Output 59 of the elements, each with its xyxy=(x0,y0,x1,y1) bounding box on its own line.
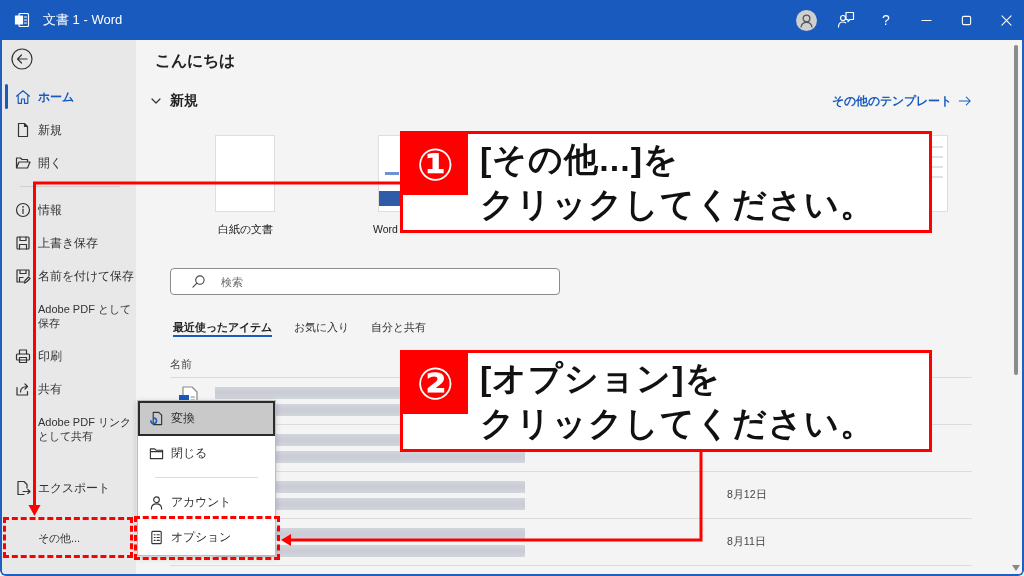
arrow-right-icon[interactable] xyxy=(958,94,972,108)
person-icon[interactable] xyxy=(149,495,164,510)
scroll-down-icon[interactable] xyxy=(1012,565,1020,571)
template-thumbnail[interactable] xyxy=(378,135,400,212)
close-icon[interactable] xyxy=(1000,14,1012,26)
search-icon xyxy=(192,275,205,288)
tab[interactable]: お気に入り xyxy=(294,319,349,337)
column-header: 名前 xyxy=(170,358,192,370)
folder-icon[interactable] xyxy=(149,446,164,461)
greeting-text: こんにちは xyxy=(155,51,235,71)
printer-icon[interactable] xyxy=(15,347,31,364)
sidebar-item[interactable]: 共有 xyxy=(2,372,136,405)
maximize-icon[interactable] xyxy=(960,14,972,26)
tab[interactable]: 自分と共有 xyxy=(371,319,426,337)
sidebar-item[interactable]: エクスポート xyxy=(9,471,129,504)
template-thumbnail[interactable] xyxy=(215,135,275,212)
callout-text: [その他...]を xyxy=(480,139,679,180)
sidebar-item[interactable]: 開く xyxy=(2,146,136,179)
template-label: Word xyxy=(372,222,398,236)
menu-item[interactable]: 変換 xyxy=(138,401,275,436)
sidebar-item[interactable]: 新規 xyxy=(2,113,136,146)
sidebar-item[interactable]: Adobe PDF として保存 xyxy=(2,292,136,339)
template-label: 白紙の文書 xyxy=(217,222,273,236)
more-templates-link[interactable]: その他のテンプレート xyxy=(832,92,972,110)
document-refresh-icon[interactable] xyxy=(149,411,164,426)
scrollbar-thumb[interactable] xyxy=(1014,45,1018,375)
window-title: 文書 1 - Word xyxy=(43,11,123,29)
sidebar-item[interactable]: その他... xyxy=(9,521,129,554)
floppy-pen-icon[interactable] xyxy=(15,267,31,284)
person-speech-bubble-icon[interactable] xyxy=(837,11,855,29)
callout-text: [オプション]を xyxy=(480,358,721,399)
sidebar-item[interactable]: 名前を付けて保存 xyxy=(2,259,136,292)
modified-date: 8月11日 xyxy=(727,535,766,547)
step-number-badge: ② xyxy=(403,353,468,414)
menu-item[interactable]: アカウント xyxy=(138,485,275,520)
sidebar-item[interactable]: ホーム xyxy=(2,80,136,113)
sidebar-item[interactable]: Adobe PDF リンクとして共有 xyxy=(2,405,136,452)
sidebar-item[interactable]: 情報 xyxy=(2,193,136,226)
open-folder-icon[interactable] xyxy=(15,154,31,171)
menu-item[interactable]: 閉じる xyxy=(138,436,275,471)
section-toggle[interactable]: 新規 xyxy=(150,92,198,110)
menu-item[interactable]: オプション xyxy=(138,520,275,555)
home-icon[interactable] xyxy=(15,88,31,105)
tab[interactable]: 最近使ったアイテム xyxy=(173,319,272,337)
step-number-badge: ① xyxy=(403,134,468,195)
info-icon[interactable] xyxy=(15,201,31,218)
modified-date: 8月12日 xyxy=(727,488,767,500)
document-app-icon xyxy=(14,12,30,28)
sidebar-item[interactable]: 上書き保存 xyxy=(2,226,136,259)
checklist-icon[interactable] xyxy=(149,530,164,545)
sidebar-item[interactable]: 印刷 xyxy=(2,339,136,372)
callout-text: クリックしてください。 xyxy=(480,403,875,444)
help-button[interactable]: ? xyxy=(872,6,900,34)
document-icon[interactable] xyxy=(15,121,31,138)
document-arrow-icon[interactable] xyxy=(15,479,31,496)
template-thumbnail[interactable] xyxy=(932,135,948,212)
search-field[interactable]: 検索 xyxy=(170,268,560,295)
callout-text: クリックしてください。 xyxy=(480,184,875,225)
save-icon[interactable] xyxy=(15,234,31,251)
